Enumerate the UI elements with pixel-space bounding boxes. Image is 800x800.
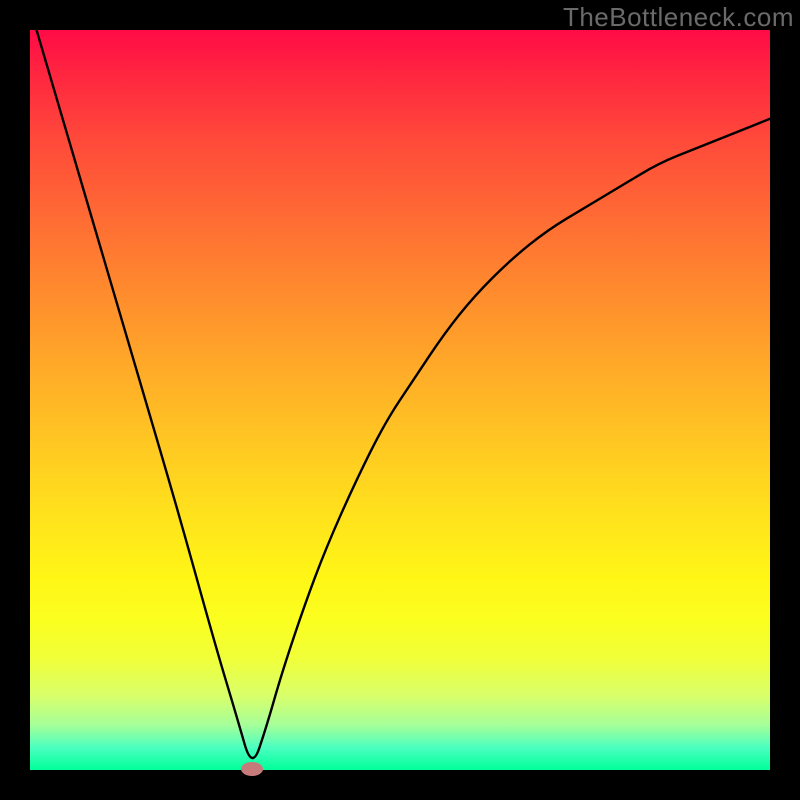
curve-svg — [30, 30, 770, 770]
chart-frame: TheBottleneck.com — [0, 0, 800, 800]
optimum-marker — [241, 762, 263, 776]
plot-area — [30, 30, 770, 770]
bottleneck-curve — [30, 8, 770, 758]
watermark-text: TheBottleneck.com — [563, 2, 794, 33]
